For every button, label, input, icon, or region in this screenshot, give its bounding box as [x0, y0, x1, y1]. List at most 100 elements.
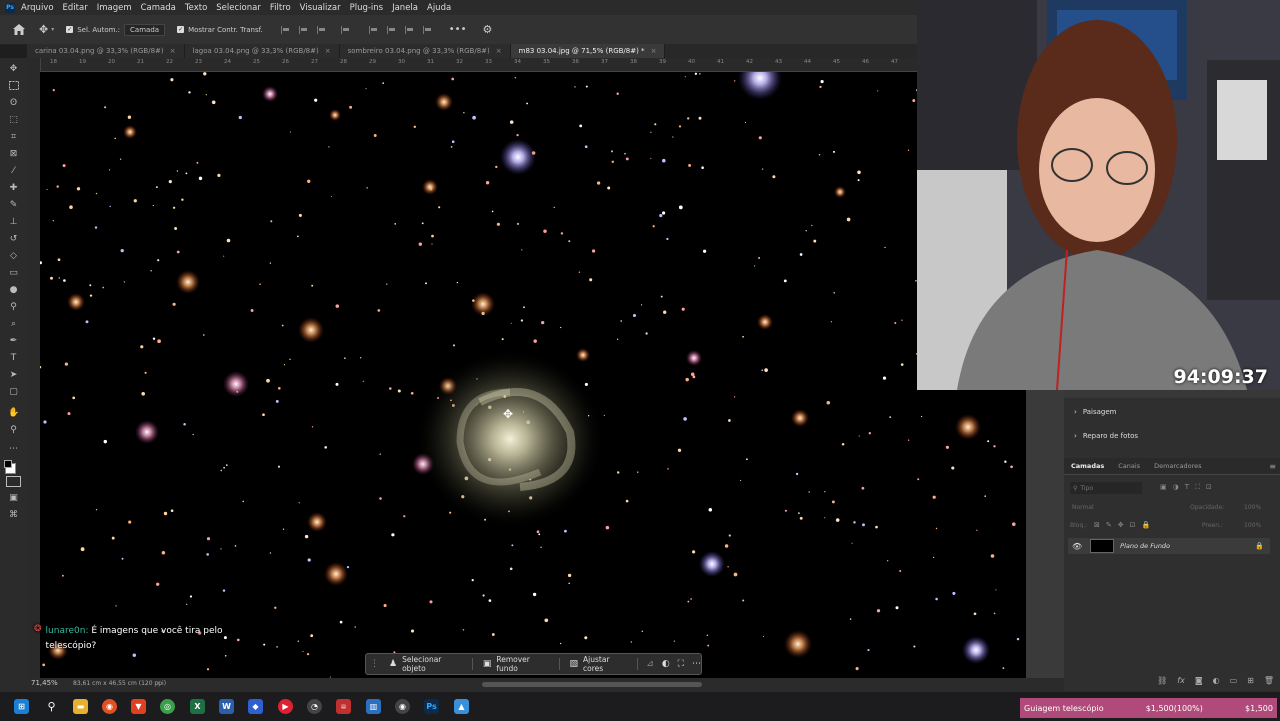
- auto-select-toggle[interactable]: ✓ Sel. Autom.:: [66, 26, 120, 34]
- new-layer-icon[interactable]: ⊞: [1247, 676, 1254, 685]
- more-tools-icon[interactable]: ⋯: [8, 444, 19, 455]
- clone-stamp-tool-icon[interactable]: ⊥: [8, 217, 19, 228]
- close-icon[interactable]: ×: [170, 47, 176, 55]
- object-selection-tool-icon[interactable]: ⬚: [8, 115, 19, 126]
- remove-background-button[interactable]: ▣ Remover fundo: [483, 655, 551, 673]
- menu-editar[interactable]: Editar: [63, 3, 88, 13]
- fx-icon[interactable]: fx: [1177, 676, 1185, 685]
- chevron-down-icon[interactable]: ▾: [51, 26, 54, 33]
- foreground-color-swatch[interactable]: [4, 460, 12, 468]
- tab-camadas[interactable]: Camadas: [1064, 462, 1111, 470]
- opacity-value[interactable]: 100%: [1244, 504, 1261, 511]
- transform-icon[interactable]: ⛶: [678, 659, 684, 669]
- pen-tool-icon[interactable]: ✒: [8, 336, 19, 347]
- tab-lagoa[interactable]: lagoa 03.04.png @ 33,3% (RGB/8#) ×: [184, 44, 340, 58]
- link-icon[interactable]: ⛓: [1157, 676, 1167, 685]
- menu-arquivo[interactable]: Arquivo: [21, 3, 54, 13]
- distribute-icon[interactable]: [422, 25, 433, 34]
- menu-plugins[interactable]: Plug-ins: [350, 3, 384, 13]
- gradient-tool-icon[interactable]: ▭: [8, 268, 19, 279]
- close-icon[interactable]: ×: [651, 47, 657, 55]
- menu-janela[interactable]: Janela: [392, 3, 418, 13]
- media-player-icon[interactable]: ▶: [278, 699, 293, 714]
- excel-icon[interactable]: X: [190, 699, 205, 714]
- adjust-colors-button[interactable]: ▧ Ajustar cores: [570, 655, 630, 673]
- chevron-right-icon[interactable]: ›: [157, 679, 160, 687]
- tab-sombreiro[interactable]: sombreiro 03.04.png @ 33,3% (RGB/8#) ×: [339, 44, 511, 58]
- tab-canais[interactable]: Canais: [1111, 462, 1147, 470]
- adjustment-icon[interactable]: ◐: [1213, 676, 1220, 685]
- move-tool-icon[interactable]: ✥: [8, 64, 19, 75]
- quick-mask-icon[interactable]: [6, 476, 21, 487]
- windows-start-icon[interactable]: ⊞: [14, 699, 29, 714]
- auto-select-dropdown[interactable]: Camada: [124, 23, 166, 36]
- obs-icon[interactable]: ◉: [395, 699, 410, 714]
- gear-icon[interactable]: ⚙: [482, 23, 492, 36]
- move-tool-icon[interactable]: ✥: [39, 23, 48, 36]
- more-options-icon[interactable]: ⋯: [692, 659, 701, 669]
- healing-brush-tool-icon[interactable]: ✚: [8, 183, 19, 194]
- menu-imagem[interactable]: Imagem: [97, 3, 132, 13]
- mask-icon[interactable]: ◙: [1195, 676, 1203, 685]
- type-tool-icon[interactable]: T: [8, 353, 19, 364]
- align-center-icon[interactable]: [298, 25, 309, 34]
- word-icon[interactable]: W: [219, 699, 234, 714]
- select-object-button[interactable]: ♟ Selecionar objeto: [389, 655, 464, 673]
- menu-ajuda[interactable]: Ajuda: [427, 3, 451, 13]
- path-selection-tool-icon[interactable]: ➤: [8, 370, 19, 381]
- adjustment-layer-icon[interactable]: ◐: [662, 659, 670, 669]
- tab-m83[interactable]: m83 03.04.jpg @ 71,5% (RGB/8#) * ×: [510, 44, 666, 58]
- generative-icon[interactable]: ⌘: [8, 510, 19, 521]
- trash-icon[interactable]: 🗑: [1264, 676, 1274, 685]
- checkbox-checked-icon[interactable]: ✓: [177, 26, 185, 33]
- menu-visualizar[interactable]: Visualizar: [300, 3, 341, 13]
- screen-mode-icon[interactable]: ▣: [8, 493, 19, 504]
- menu-selecionar[interactable]: Selecionar: [216, 3, 261, 13]
- blend-mode-dropdown[interactable]: Normal: [1072, 504, 1094, 511]
- more-options-icon[interactable]: •••: [449, 24, 467, 35]
- photos-icon[interactable]: ▲: [454, 699, 469, 714]
- fill-value[interactable]: 100%: [1244, 522, 1261, 529]
- drag-handle-icon[interactable]: ⋮: [370, 659, 379, 669]
- menu-filtro[interactable]: Filtro: [270, 3, 291, 13]
- discover-item-paisagem[interactable]: › Paisagem: [1074, 408, 1116, 416]
- eye-icon[interactable]: 👁: [1072, 542, 1082, 551]
- marquee-tool-icon[interactable]: [8, 81, 19, 92]
- app-icon[interactable]: ◔: [307, 699, 322, 714]
- chrome-icon[interactable]: ◎: [160, 699, 175, 714]
- checkbox-checked-icon[interactable]: ✓: [66, 26, 74, 33]
- news-icon[interactable]: ▤: [336, 699, 351, 714]
- dodge-tool-icon[interactable]: ⚲: [8, 302, 19, 313]
- close-icon[interactable]: ×: [496, 47, 502, 55]
- hand-tool-icon[interactable]: ✋: [8, 408, 19, 419]
- layer-filter[interactable]: ⚲ Tipo: [1070, 482, 1142, 494]
- tab-demarcadores[interactable]: Demarcadores: [1147, 462, 1208, 470]
- discover-item-reparo[interactable]: › Reparo de fotos: [1074, 432, 1138, 440]
- align-left-icon[interactable]: [280, 25, 291, 34]
- vpn-icon[interactable]: ◆: [248, 699, 263, 714]
- zoom-level[interactable]: 71,45%: [31, 679, 58, 687]
- menu-camada[interactable]: Camada: [141, 3, 176, 13]
- lock-icons[interactable]: ⊠✎✥⊡🔒: [1094, 521, 1156, 529]
- frame-tool-icon[interactable]: ⊠: [8, 149, 19, 160]
- search-icon[interactable]: ⚲: [44, 699, 59, 714]
- show-transform-toggle[interactable]: ✓ Mostrar Contr. Transf.: [177, 26, 263, 34]
- history-brush-tool-icon[interactable]: ↺: [8, 234, 19, 245]
- brush-tool-icon[interactable]: ✎: [8, 200, 19, 211]
- home-icon[interactable]: [12, 23, 25, 36]
- close-icon[interactable]: ×: [325, 47, 331, 55]
- selection-icon[interactable]: ⊿: [646, 659, 654, 669]
- crop-tool-icon[interactable]: ⌗: [8, 132, 19, 143]
- canvas-image-m83[interactable]: ✥: [40, 72, 1026, 678]
- blur-tool-icon[interactable]: ●: [8, 285, 19, 296]
- zoom-tool-icon[interactable]: ⚲: [8, 425, 19, 436]
- notes-icon[interactable]: ▥: [366, 699, 381, 714]
- align-bottom-icon[interactable]: [404, 25, 415, 34]
- align-middle-icon[interactable]: [386, 25, 397, 34]
- lasso-tool-icon[interactable]: ʘ: [8, 98, 19, 109]
- menu-texto[interactable]: Texto: [185, 3, 207, 13]
- horizontal-scrollbar[interactable]: [482, 682, 702, 687]
- align-right-icon[interactable]: [316, 25, 327, 34]
- firefox-icon[interactable]: ◉: [102, 699, 117, 714]
- brave-icon[interactable]: ▼: [131, 699, 146, 714]
